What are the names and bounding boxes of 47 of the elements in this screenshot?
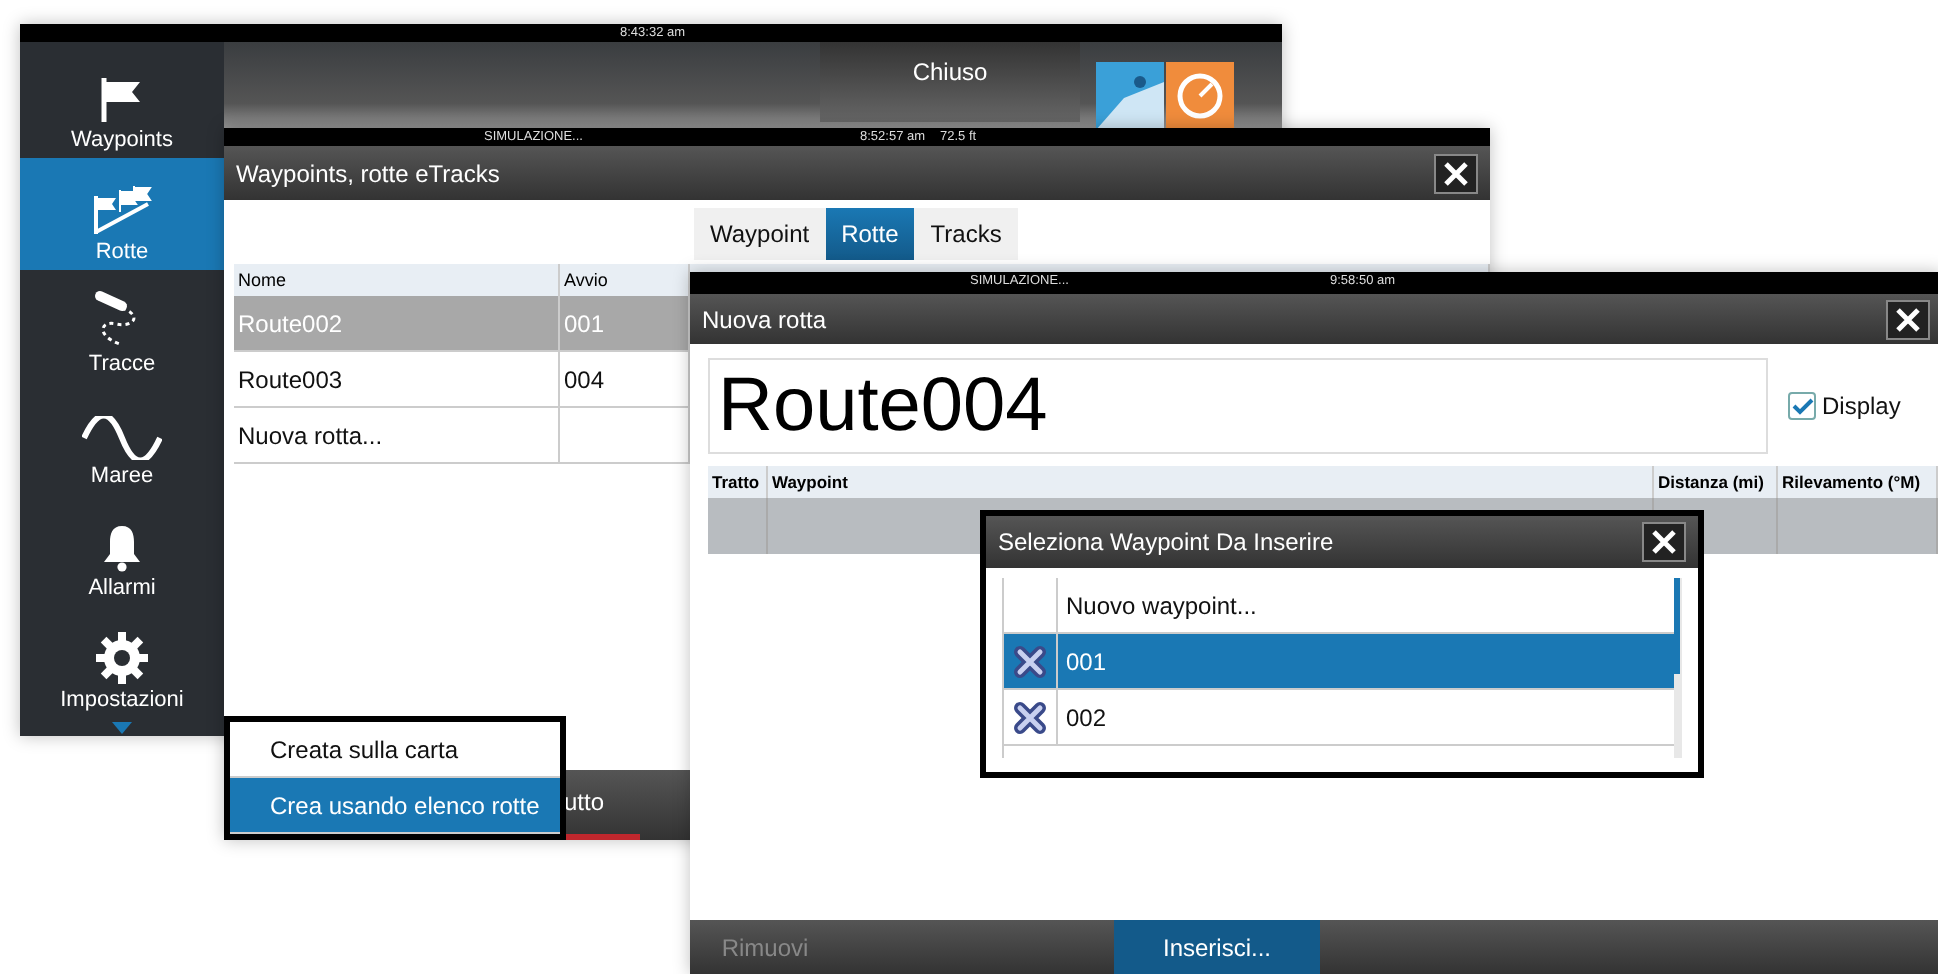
tab[interactable]: Tracks [914,208,1018,260]
close-button[interactable] [1642,522,1686,562]
column-header: Waypoint [768,466,1654,498]
window-title: Nuova rotta [702,305,827,333]
bell-icon [100,524,144,572]
table-cell[interactable]: Route003 [234,352,560,408]
window-title: Waypoints, rotte eTracks [236,159,500,187]
sidebar-item[interactable]: Waypoints [20,46,224,158]
dialog-title: Seleziona Waypoint Da Inserire [998,528,1334,556]
table-cell[interactable]: Nuova rotta... [234,408,560,464]
column-header: Avvio [560,264,690,296]
caret-icon [112,722,132,734]
column-header: Nome [234,264,560,296]
table-cell[interactable]: 004 [560,352,690,408]
column-header: Distanza (mi) [1654,466,1778,498]
route-flags-icon [92,184,152,236]
close-icon [1444,161,1468,185]
list-item[interactable]: 002 [1004,690,1674,746]
waypoint-cross-icon [1014,645,1046,677]
menu-item[interactable]: Crea usando elenco rotte [230,778,560,834]
close-button[interactable]: Chiuso [820,42,1080,122]
table-cell[interactable] [560,408,690,464]
list-item[interactable]: Nuovo waypoint... [1004,578,1674,634]
sidebar-item[interactable]: Impostazioni [20,606,224,718]
settings-icon [96,632,148,684]
column-header: Tratto [708,466,768,498]
sidebar-item[interactable]: Allarmi [20,494,224,606]
sidebar-item[interactable]: Tracce [20,270,224,382]
wave-icon [82,416,162,460]
column-header: Rilevamento (°M) [1778,466,1938,498]
list-item[interactable]: 001 [1004,634,1674,690]
checkmark-icon [1791,397,1813,415]
tab[interactable]: Rotte [825,208,915,260]
route-name-field[interactable]: Route004 [708,358,1768,454]
close-icon [1652,530,1676,554]
close-icon [1896,307,1920,331]
close-button[interactable] [1886,299,1930,339]
toolbar-button[interactable]: Inserisci... [1114,920,1320,974]
display-checkbox[interactable]: Display [1788,392,1901,420]
waypoint-cross-icon [1014,701,1046,733]
sidebar-item[interactable]: Rotte [20,158,224,270]
scrollbar[interactable] [1674,578,1682,758]
flag-icon [100,76,144,124]
app-tiles-icon [1096,62,1234,130]
sidebar-item[interactable]: Maree [20,382,224,494]
tab[interactable]: Waypoint [694,208,826,260]
close-button[interactable] [1434,153,1478,193]
